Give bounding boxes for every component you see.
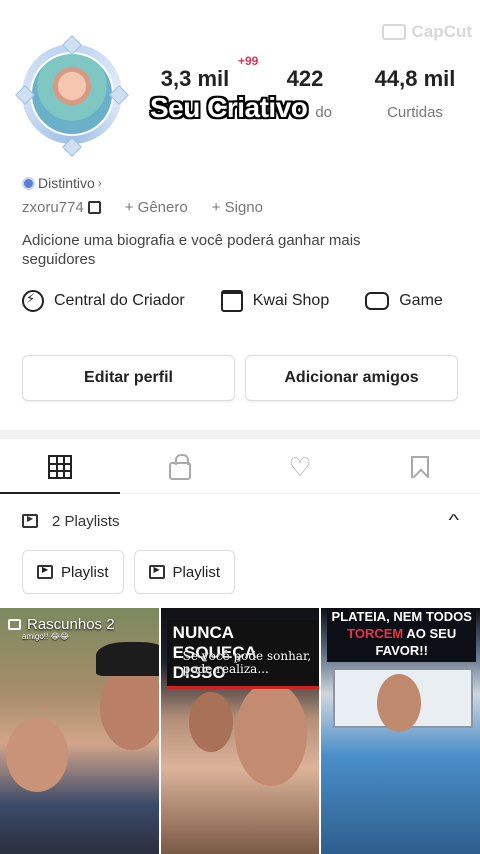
playlist-button[interactable]: Playlist bbox=[22, 550, 124, 594]
profile-id-row: zxoru774 + Gênero + Signo bbox=[22, 199, 283, 216]
video-thumbnail[interactable]: NUNCA ESQUEÇA DISSO Se você pode sonhar,… bbox=[160, 608, 320, 854]
thumb-caption: amigo!! 😂😂 bbox=[22, 632, 70, 641]
tab-liked[interactable]: ♡ bbox=[240, 440, 360, 493]
shield-icon bbox=[22, 176, 35, 190]
thumb-figure bbox=[6, 718, 68, 792]
thumb-figure bbox=[188, 692, 233, 752]
chevron-right-icon: › bbox=[97, 176, 102, 190]
playlist-button[interactable]: Playlist bbox=[133, 550, 236, 594]
tool-label: Kwai Shop bbox=[252, 292, 330, 309]
thumb-headline: PLATEIA, NEM TODOS TORCEM AO SEU FAVOR!! bbox=[327, 608, 477, 662]
video-thumbnail[interactable]: amigo!! 😂😂 Rascunhos 2 bbox=[0, 608, 159, 854]
sign-chip[interactable]: + Signo bbox=[212, 199, 263, 216]
playlist-list: Playlist Playlist bbox=[22, 550, 236, 594]
profile-actions: Editar perfil Adicionar amigos bbox=[22, 355, 458, 401]
playlist-label: Playlist bbox=[172, 563, 221, 581]
tool-kwai-shop[interactable]: Kwai Shop bbox=[220, 290, 330, 312]
shopping-bag-icon bbox=[220, 290, 243, 312]
thumb-subtitle: Se você pode sonhar, pode realiza... bbox=[182, 649, 312, 676]
edit-profile-button[interactable]: Editar perfil bbox=[22, 355, 235, 401]
tool-label: Central do Criador bbox=[54, 292, 185, 309]
playlist-icon bbox=[148, 565, 165, 579]
content-tabs: ♡ bbox=[0, 440, 480, 494]
bio-prompt[interactable]: Adicione uma biografia e você poderá gan… bbox=[22, 231, 422, 269]
grid-icon bbox=[48, 454, 72, 479]
playlists-count: 2 Playlists bbox=[52, 512, 120, 530]
headline-line1: PLATEIA, NEM TODOS bbox=[331, 609, 472, 624]
playlist-icon bbox=[37, 565, 53, 579]
notification-badge: +99 bbox=[238, 54, 259, 68]
section-divider bbox=[0, 430, 480, 439]
playlists-header[interactable]: 2 Playlists ^ bbox=[22, 512, 460, 530]
username: zxoru774 bbox=[22, 199, 84, 216]
video-grid: amigo!! 😂😂 Rascunhos 2 NUNCA ESQUEÇA DIS… bbox=[0, 608, 480, 854]
tool-game[interactable]: Game bbox=[365, 290, 443, 312]
draft-label: Rascunhos 2 bbox=[8, 616, 115, 633]
overlay-title: Seu Criativo bbox=[150, 92, 308, 123]
draft-text: Rascunhos 2 bbox=[27, 616, 115, 633]
thumb-cap bbox=[96, 642, 159, 676]
playlist-icon bbox=[22, 514, 38, 528]
stat-likes[interactable]: 44,8 mil Curtidas bbox=[370, 66, 460, 121]
stat-value: 3,3 mil bbox=[160, 66, 230, 91]
add-friends-button[interactable]: Adicionar amigos bbox=[245, 355, 458, 401]
headline-highlight: TORCEM bbox=[347, 626, 404, 641]
heart-icon: ♡ bbox=[288, 451, 312, 482]
stat-label: Curtidas bbox=[387, 104, 443, 121]
playlist-label: Playlist bbox=[61, 563, 109, 581]
bookmark-icon bbox=[411, 455, 429, 478]
capcut-watermark: CapCut bbox=[381, 22, 472, 42]
thumb-figure bbox=[234, 682, 307, 786]
bolt-circle-icon bbox=[22, 290, 44, 312]
edit-icon[interactable] bbox=[87, 201, 101, 214]
watermark-text: CapCut bbox=[411, 22, 472, 41]
chevron-up-icon[interactable]: ^ bbox=[449, 512, 460, 530]
tab-posts[interactable] bbox=[0, 440, 120, 494]
thumb-figure bbox=[100, 664, 159, 750]
gamepad-icon bbox=[365, 292, 390, 310]
avatar[interactable] bbox=[15, 35, 129, 157]
video-thumbnail[interactable]: PLATEIA, NEM TODOS TORCEM AO SEU FAVOR!! bbox=[321, 608, 480, 854]
draft-icon bbox=[8, 619, 21, 630]
badge-link[interactable]: Distintivo › bbox=[22, 175, 102, 191]
tab-saved[interactable] bbox=[360, 440, 480, 493]
lock-icon bbox=[169, 453, 191, 480]
gender-chip[interactable]: + Gênero bbox=[125, 199, 188, 216]
avatar-photo bbox=[30, 52, 114, 136]
stat-value: 44,8 mil bbox=[374, 66, 456, 91]
tool-creator-center[interactable]: Central do Criador bbox=[22, 290, 185, 312]
badge-label: Distintivo bbox=[38, 175, 95, 191]
capcut-logo-icon bbox=[381, 24, 406, 40]
stat-value: 422 bbox=[286, 66, 324, 91]
creator-tools: Central do Criador Kwai Shop Game bbox=[22, 290, 443, 312]
tab-private[interactable] bbox=[120, 440, 240, 493]
tool-label: Game bbox=[399, 292, 443, 309]
